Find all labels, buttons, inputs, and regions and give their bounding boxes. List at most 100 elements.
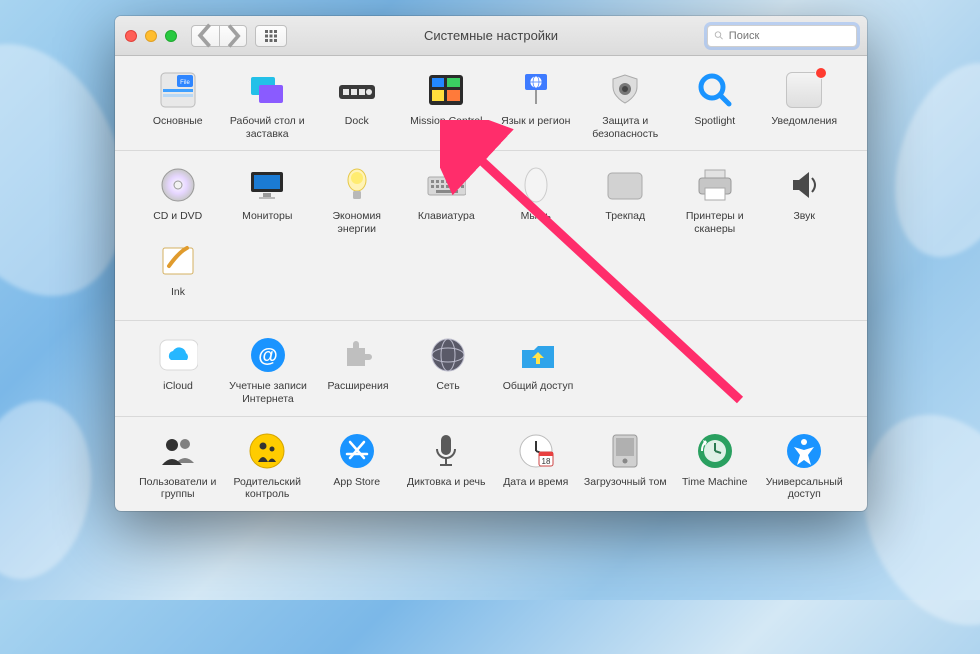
section-personal: File Основные Рабочий стол и заставка Do…	[115, 56, 867, 151]
dock-icon	[337, 70, 377, 110]
pref-label: Spotlight	[694, 115, 735, 139]
desktop-icon	[247, 70, 287, 110]
pref-general[interactable]: File Основные	[133, 70, 223, 140]
pref-label: Принтеры и сканеры	[670, 210, 760, 235]
displays-icon	[247, 165, 287, 205]
icloud-icon	[158, 335, 198, 375]
chevron-right-icon	[220, 23, 246, 49]
section-internet: iCloud @ Учетные записи Интернета Расшир…	[115, 321, 867, 416]
pref-label: Mission Control	[410, 115, 482, 139]
sharing-icon	[518, 335, 558, 375]
maximize-button[interactable]	[165, 30, 177, 42]
svg-text:File: File	[180, 80, 190, 86]
search-field[interactable]	[707, 25, 857, 47]
pref-language[interactable]: Язык и регион	[491, 70, 581, 140]
pref-sound[interactable]: Звук	[760, 165, 850, 235]
grid-icon	[264, 29, 278, 43]
pref-label: Сеть	[436, 380, 459, 404]
pref-startup[interactable]: Загрузочный том	[581, 431, 671, 501]
general-icon: File	[158, 70, 198, 110]
pref-label: Общий доступ	[503, 380, 574, 404]
pref-label: Ink	[171, 286, 185, 310]
pref-displays[interactable]: Мониторы	[223, 165, 313, 235]
pref-label: Уведомления	[771, 115, 837, 139]
minimize-button[interactable]	[145, 30, 157, 42]
appstore-icon	[337, 431, 377, 471]
svg-text:@: @	[258, 345, 278, 367]
language-icon	[516, 70, 556, 110]
pref-parental[interactable]: Родительский контроль	[223, 431, 313, 501]
pref-ink[interactable]: Ink	[133, 241, 223, 310]
pref-icloud[interactable]: iCloud	[133, 335, 223, 405]
internet-accounts-icon: @	[248, 335, 288, 375]
accessibility-icon	[784, 431, 824, 471]
notification-badge	[815, 67, 827, 79]
pref-notifications[interactable]: Уведомления	[760, 70, 850, 140]
pref-printers[interactable]: Принтеры и сканеры	[670, 165, 760, 235]
search-input[interactable]	[729, 30, 850, 42]
pref-trackpad[interactable]: Трекпад	[581, 165, 671, 235]
pref-internet-accounts[interactable]: @ Учетные записи Интернета	[223, 335, 313, 405]
section-hardware: CD и DVD Мониторы Экономия энергии	[115, 151, 867, 321]
pref-label: Экономия энергии	[312, 210, 402, 235]
pref-label: Мониторы	[242, 210, 292, 234]
sound-icon	[784, 165, 824, 205]
search-icon	[714, 30, 724, 41]
traffic-lights	[125, 30, 177, 42]
datetime-icon: 18	[516, 431, 556, 471]
pref-cddvd[interactable]: CD и DVD	[133, 165, 223, 235]
pref-extensions[interactable]: Расширения	[313, 335, 403, 405]
pref-label: Рабочий стол и заставка	[223, 115, 313, 140]
pref-label: Диктовка и речь	[407, 476, 485, 500]
pref-keyboard[interactable]: Клавиатура	[402, 165, 492, 235]
pref-sharing[interactable]: Общий доступ	[493, 335, 583, 405]
system-preferences-window: Системные настройки File Основные Рабочи…	[115, 16, 867, 511]
pref-energy[interactable]: Экономия энергии	[312, 165, 402, 235]
nav-buttons	[191, 25, 247, 47]
dictation-icon	[426, 431, 466, 471]
pref-users[interactable]: Пользователи и группы	[133, 431, 223, 501]
printers-icon	[695, 165, 735, 205]
pref-dictation[interactable]: Диктовка и речь	[402, 431, 492, 501]
pref-datetime[interactable]: 18 Дата и время	[491, 431, 581, 501]
pref-security[interactable]: Защита и безопасность	[581, 70, 671, 140]
mouse-icon	[516, 165, 556, 205]
pref-label: Пользователи и группы	[133, 476, 223, 501]
extensions-icon	[338, 335, 378, 375]
back-button[interactable]	[191, 25, 219, 47]
svg-text:18: 18	[541, 457, 550, 466]
pref-accessibility[interactable]: Универсальный доступ	[760, 431, 850, 501]
pref-label: Загрузочный том	[584, 476, 667, 500]
pref-label: Звук	[793, 210, 815, 234]
pref-label: Dock	[345, 115, 369, 139]
pref-mouse[interactable]: Мышь	[491, 165, 581, 235]
keyboard-icon	[426, 165, 466, 205]
pref-label: Клавиатура	[418, 210, 475, 234]
users-icon	[158, 431, 198, 471]
show-all-button[interactable]	[255, 25, 287, 47]
energy-icon	[337, 165, 377, 205]
pref-label: App Store	[333, 476, 380, 500]
pref-label: CD и DVD	[153, 210, 202, 234]
cddvd-icon	[158, 165, 198, 205]
pref-dock[interactable]: Dock	[312, 70, 402, 140]
pref-label: iCloud	[163, 380, 193, 404]
parental-icon	[247, 431, 287, 471]
timemachine-icon	[695, 431, 735, 471]
pref-label: Дата и время	[503, 476, 568, 500]
mission-control-icon	[426, 70, 466, 110]
pref-timemachine[interactable]: Time Machine	[670, 431, 760, 501]
pref-label: Язык и регион	[501, 115, 570, 139]
pref-label: Трекпад	[605, 210, 645, 234]
pref-network[interactable]: Сеть	[403, 335, 493, 405]
pref-label: Основные	[153, 115, 203, 139]
startup-icon	[605, 431, 645, 471]
pref-desktop[interactable]: Рабочий стол и заставка	[223, 70, 313, 140]
pref-spotlight[interactable]: Spotlight	[670, 70, 760, 140]
pref-appstore[interactable]: App Store	[312, 431, 402, 501]
spotlight-icon	[695, 70, 735, 110]
pref-label: Time Machine	[682, 476, 748, 500]
forward-button[interactable]	[219, 25, 247, 47]
pref-mission-control[interactable]: Mission Control	[402, 70, 492, 140]
close-button[interactable]	[125, 30, 137, 42]
